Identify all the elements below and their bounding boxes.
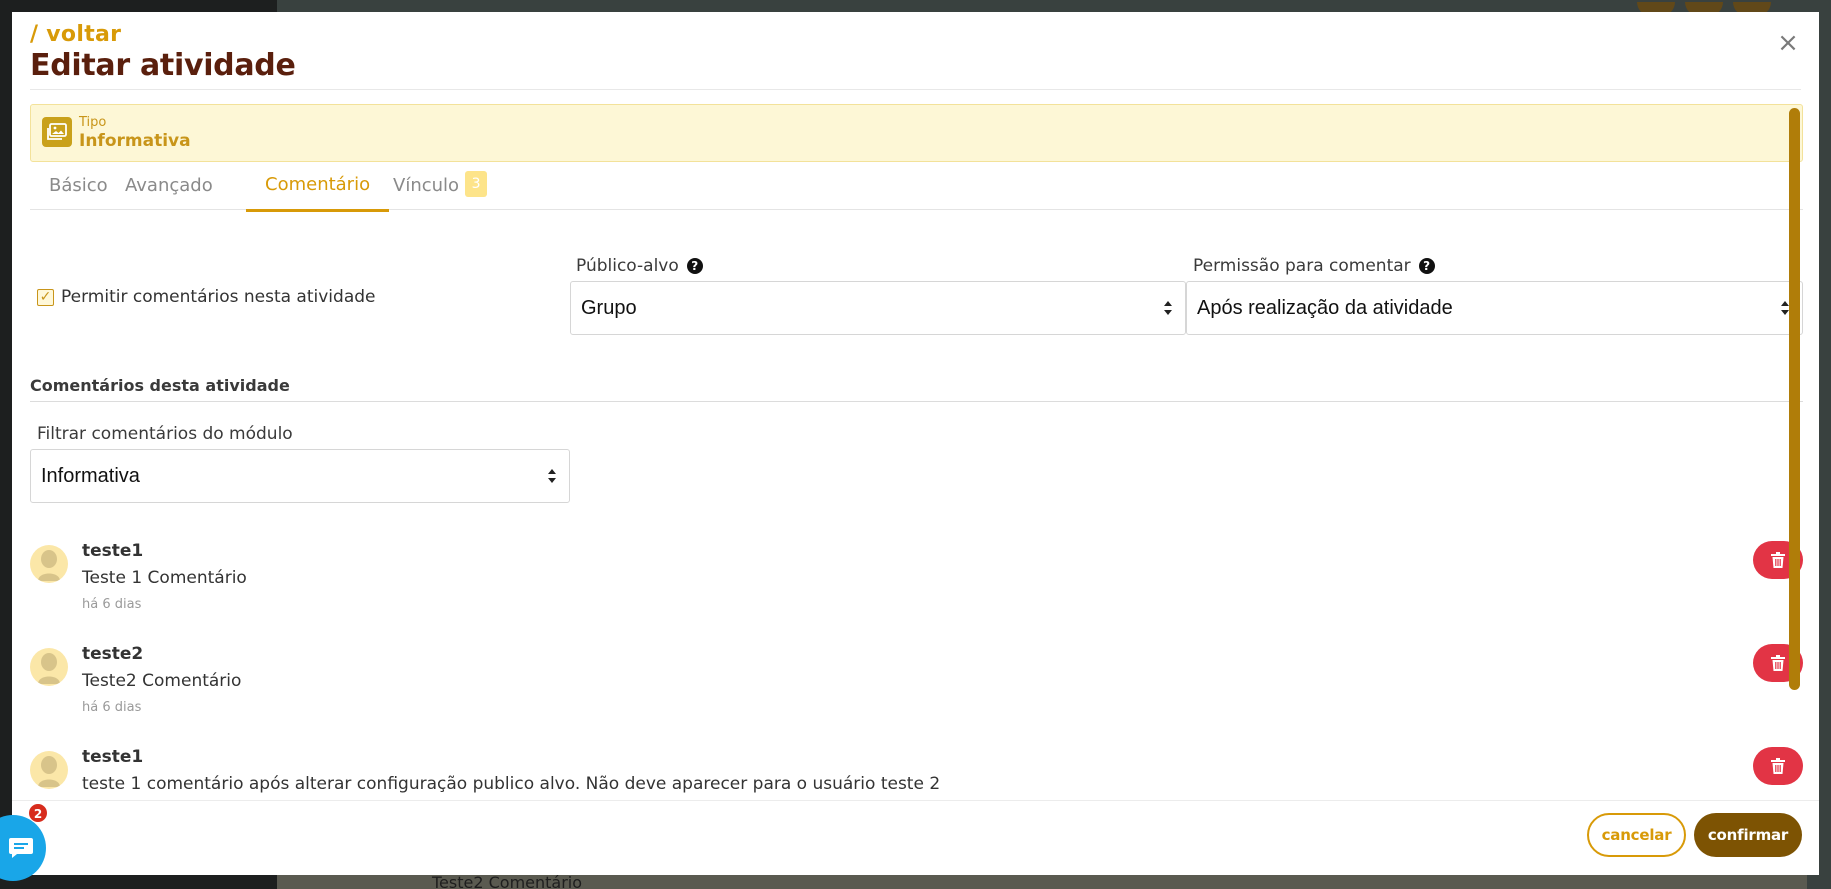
comment-time: há 6 dias	[82, 597, 142, 612]
section-divider	[30, 401, 1803, 402]
allow-comments-checkbox[interactable]: ✓	[37, 288, 54, 306]
comment-item: teste2 Teste2 Comentário há 6 dias	[30, 644, 1803, 736]
type-value: Informativa	[79, 131, 191, 151]
comment-author: teste1	[82, 541, 144, 561]
edit-activity-modal: / voltar Editar atividade × Tipo Informa…	[12, 12, 1819, 875]
scrollbar[interactable]	[1789, 108, 1800, 690]
tab-label: Básico	[49, 175, 108, 196]
permission-label: Permissão para comentar	[1193, 256, 1411, 276]
type-label: Tipo	[79, 115, 107, 130]
filter-select-value: Informativa	[41, 465, 140, 487]
question-circle-icon[interactable]: ?	[1418, 258, 1435, 274]
filter-label: Filtrar comentários do módulo	[37, 424, 293, 444]
comment-text: Teste 1 Comentário	[82, 568, 247, 588]
select-arrows-icon	[1164, 301, 1172, 315]
comment-time: há 6 dias	[82, 700, 142, 715]
avatar	[30, 751, 68, 789]
allow-comments-row[interactable]: ✓ Permitir comentários nesta atividade	[37, 287, 375, 307]
comment-author: teste2	[82, 644, 144, 664]
footer-divider	[12, 800, 1819, 801]
comment-item: teste1 Teste 1 Comentário há 6 dias	[30, 541, 1803, 633]
audience-select-value: Grupo	[581, 297, 637, 319]
delete-comment-button[interactable]	[1753, 747, 1803, 785]
comment-text: teste 1 comentário após alterar configur…	[82, 774, 941, 794]
tab-vinculo[interactable]: Vínculo 3	[374, 162, 506, 210]
avatar	[30, 648, 68, 686]
question-circle-icon[interactable]: ?	[686, 258, 703, 274]
back-link[interactable]: / voltar	[30, 22, 121, 47]
tab-avancado[interactable]: Avançado	[106, 162, 232, 210]
tab-label: Vínculo	[393, 175, 460, 196]
tab-bar: Básico Avançado Comentário Vínculo 3	[30, 162, 1803, 212]
avatar	[30, 545, 68, 583]
tab-label: Comentário	[265, 174, 371, 195]
permission-select-value: Após realização da atividade	[1197, 297, 1453, 319]
modal-content[interactable]: Tipo Informativa Básico Avançado Comentá…	[12, 104, 1819, 800]
chat-icon	[9, 838, 33, 858]
backdrop-comment-text: Teste2 Comentário	[432, 873, 583, 889]
page-title: Editar atividade	[30, 48, 296, 83]
permission-label-row: Permissão para comentar ?	[1193, 256, 1435, 276]
header-divider	[30, 89, 1801, 90]
tab-count-badge: 3	[465, 171, 488, 197]
trash-icon	[1771, 758, 1785, 774]
image-icon	[42, 117, 72, 147]
audience-label-row: Público-alvo ?	[576, 256, 703, 276]
select-arrows-icon	[548, 469, 556, 483]
filter-module-select[interactable]: Informativa	[30, 449, 570, 503]
tab-comentario[interactable]: Comentário	[246, 162, 390, 212]
allow-comments-label: Permitir comentários nesta atividade	[61, 287, 376, 307]
comment-item: teste1 teste 1 comentário após alterar c…	[30, 747, 1803, 800]
comment-text: Teste2 Comentário	[82, 671, 242, 691]
comments-section-title: Comentários desta atividade	[30, 376, 290, 395]
confirm-button[interactable]: confirmar	[1694, 813, 1802, 857]
trash-icon	[1771, 552, 1785, 568]
type-banner: Tipo Informativa	[30, 104, 1803, 162]
close-icon[interactable]: ×	[1777, 30, 1799, 56]
tab-label: Avançado	[125, 175, 213, 196]
permission-select[interactable]: Após realização da atividade	[1186, 281, 1803, 335]
audience-select[interactable]: Grupo	[570, 281, 1186, 335]
cancel-button[interactable]: cancelar	[1587, 813, 1686, 857]
trash-icon	[1771, 655, 1785, 671]
comment-author: teste1	[82, 747, 144, 767]
chat-notification-badge: 2	[28, 803, 48, 823]
audience-label: Público-alvo	[576, 256, 679, 276]
